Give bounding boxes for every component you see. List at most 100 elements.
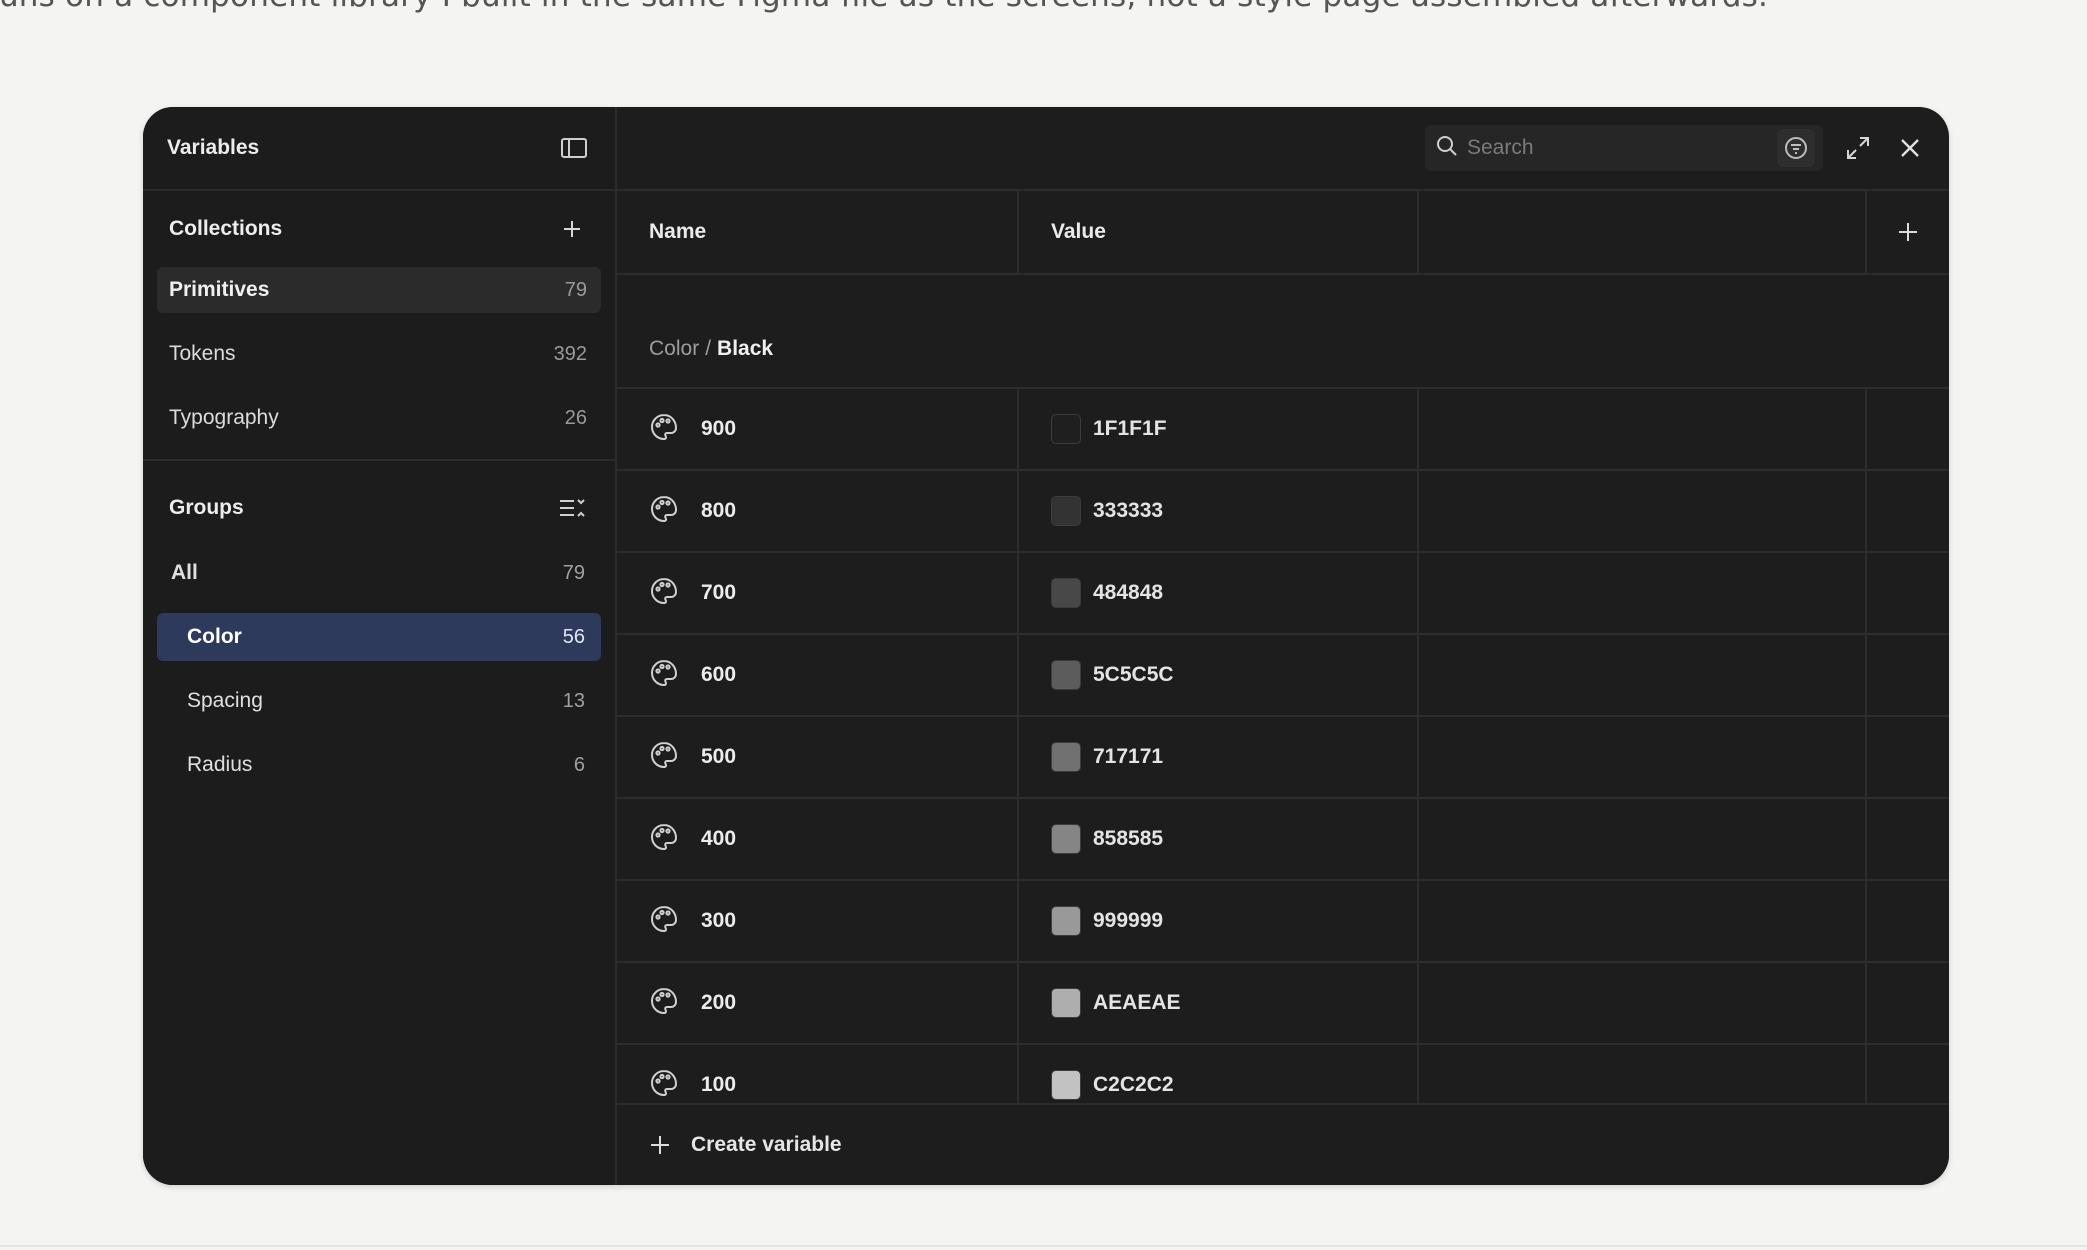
table-row[interactable]: 900 1F1F1F (617, 389, 1949, 471)
toggle-sidebar-icon[interactable] (557, 131, 591, 165)
empty-cell (1867, 717, 1949, 797)
filter-icon[interactable] (1777, 129, 1815, 167)
group-item-radius[interactable]: Radius 6 (157, 741, 601, 789)
empty-cell (1419, 1045, 1867, 1107)
palette-icon (649, 576, 679, 611)
name-cell[interactable]: 400 (617, 799, 1019, 879)
column-header-name[interactable]: Name (617, 191, 1019, 273)
empty-cell (1419, 799, 1867, 879)
table-row[interactable]: 700 484848 (617, 553, 1949, 635)
expand-icon[interactable] (1841, 131, 1875, 165)
table-row[interactable]: 800 333333 (617, 471, 1949, 553)
collections-header: Collections (143, 191, 615, 267)
hex-value: 717171 (1093, 745, 1164, 768)
search-input[interactable] (1467, 136, 1777, 160)
empty-cell (1419, 717, 1867, 797)
color-swatch[interactable] (1051, 660, 1081, 690)
collections-title: Collections (169, 217, 283, 240)
groups-title: Groups (169, 496, 244, 519)
group-path-separator: / (705, 337, 712, 360)
value-cell[interactable]: 5C5C5C (1019, 635, 1419, 715)
variable-name: 700 (701, 581, 737, 604)
variable-name: 600 (701, 663, 737, 686)
group-item-spacing[interactable]: Spacing 13 (157, 677, 601, 725)
collapse-groups-icon[interactable] (555, 491, 589, 525)
value-cell[interactable]: 999999 (1019, 881, 1419, 961)
empty-cell (1867, 635, 1949, 715)
empty-cell (1867, 963, 1949, 1043)
color-swatch[interactable] (1051, 496, 1081, 526)
variable-name: 200 (701, 991, 737, 1014)
search-box (1425, 125, 1823, 171)
variable-name: 300 (701, 909, 737, 932)
groups-list: All 79 Color 56 Spacing 13 Radius 6 (143, 549, 615, 789)
palette-icon (649, 412, 679, 447)
color-swatch[interactable] (1051, 906, 1081, 936)
color-swatch[interactable] (1051, 824, 1081, 854)
collection-label: Tokens (169, 342, 236, 365)
group-label: Color (187, 625, 242, 648)
column-name-label: Name (649, 220, 707, 243)
collection-item-typography[interactable]: Typography 26 (157, 395, 601, 441)
table-row[interactable]: 300 999999 (617, 881, 1949, 963)
color-swatch[interactable] (1051, 578, 1081, 608)
add-collection-icon[interactable] (555, 212, 589, 246)
group-item-all[interactable]: All 79 (157, 549, 601, 597)
group-item-color[interactable]: Color 56 (157, 613, 601, 661)
empty-cell (1419, 635, 1867, 715)
name-cell[interactable]: 300 (617, 881, 1019, 961)
groups-header: Groups (143, 461, 615, 549)
hex-value: 999999 (1093, 909, 1164, 932)
table-row[interactable]: 400 858585 (617, 799, 1949, 881)
table-row[interactable]: 100 C2C2C2 (617, 1045, 1949, 1107)
hex-value: C2C2C2 (1093, 1073, 1174, 1096)
value-cell[interactable]: 717171 (1019, 717, 1419, 797)
column-value-label: Value (1051, 220, 1106, 243)
add-mode-button[interactable] (1867, 191, 1949, 273)
table-toolbar (617, 107, 1949, 191)
color-swatch[interactable] (1051, 414, 1081, 444)
color-swatch[interactable] (1051, 1070, 1081, 1100)
name-cell[interactable]: 200 (617, 963, 1019, 1043)
value-cell[interactable]: C2C2C2 (1019, 1045, 1419, 1107)
hex-value: 484848 (1093, 581, 1164, 604)
empty-cell (1419, 963, 1867, 1043)
group-label: All (171, 561, 198, 584)
value-cell[interactable]: 333333 (1019, 471, 1419, 551)
empty-cell (1419, 553, 1867, 633)
create-variable-button[interactable]: Create variable (617, 1103, 1949, 1185)
palette-icon (649, 494, 679, 529)
name-cell[interactable]: 900 (617, 389, 1019, 469)
collection-item-tokens[interactable]: Tokens 392 (157, 331, 601, 377)
group-label: Radius (187, 753, 253, 776)
name-cell[interactable]: 600 (617, 635, 1019, 715)
group-count: 6 (573, 753, 585, 776)
empty-cell (1419, 881, 1867, 961)
search-icon (1435, 134, 1459, 163)
name-cell[interactable]: 800 (617, 471, 1019, 551)
empty-cell (1867, 553, 1949, 633)
color-swatch[interactable] (1051, 742, 1081, 772)
color-swatch[interactable] (1051, 988, 1081, 1018)
name-cell[interactable]: 700 (617, 553, 1019, 633)
value-cell[interactable]: AEAEAE (1019, 963, 1419, 1043)
collection-item-primitives[interactable]: Primitives 79 (157, 267, 601, 313)
value-cell[interactable]: 1F1F1F (1019, 389, 1419, 469)
table-row[interactable]: 600 5C5C5C (617, 635, 1949, 717)
value-cell[interactable]: 484848 (1019, 553, 1419, 633)
close-icon[interactable] (1893, 131, 1927, 165)
table-row[interactable]: 200 AEAEAE (617, 963, 1949, 1045)
table-row[interactable]: 500 717171 (617, 717, 1949, 799)
palette-icon (649, 740, 679, 775)
name-cell[interactable]: 100 (617, 1045, 1019, 1107)
hex-value: 333333 (1093, 499, 1164, 522)
value-cell[interactable]: 858585 (1019, 799, 1419, 879)
name-cell[interactable]: 500 (617, 717, 1019, 797)
group-count: 13 (562, 689, 585, 712)
variables-table-area: Name Value Color / Black 900 1F1F1F 800 333… (617, 107, 1949, 1185)
group-label: Spacing (187, 689, 263, 712)
empty-cell (1419, 471, 1867, 551)
column-header-value[interactable]: Value (1019, 191, 1419, 273)
empty-cell (1867, 389, 1949, 469)
panel-title: Variables (167, 136, 260, 159)
